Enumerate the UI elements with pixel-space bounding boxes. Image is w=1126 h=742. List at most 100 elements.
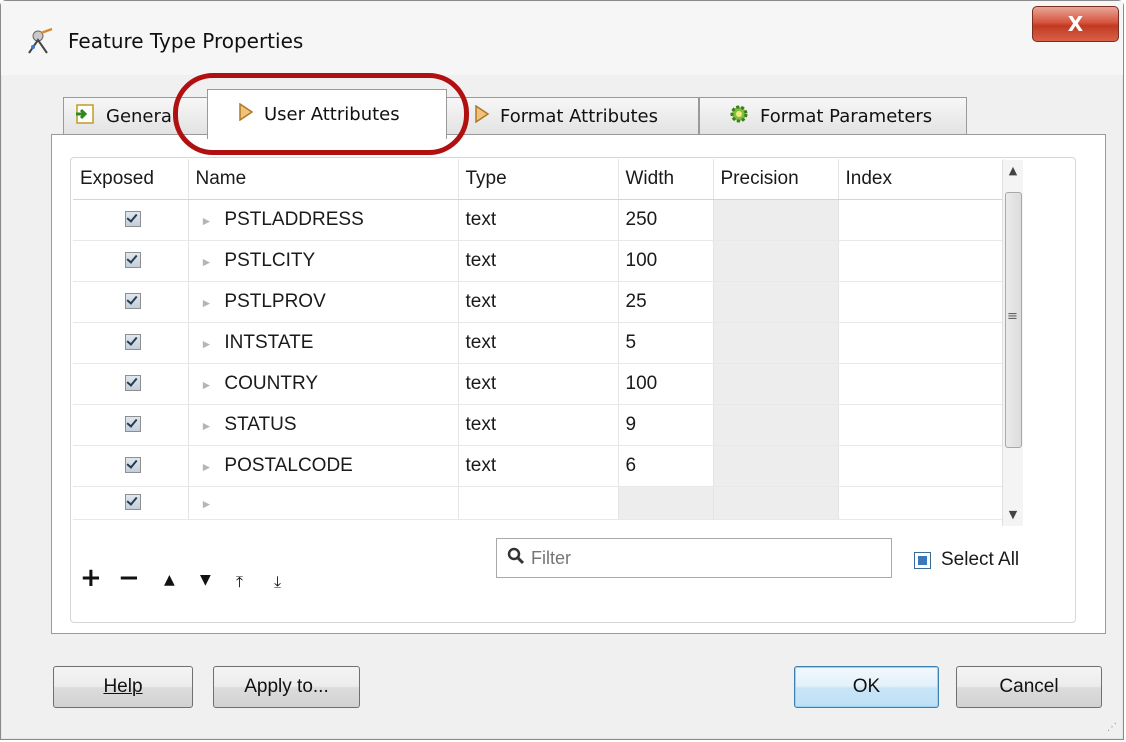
attribute-name[interactable]: INTSTATE [224,332,313,353]
table-row[interactable]: ► INTSTATE text 5 [73,322,1004,364]
exposed-checkbox[interactable] [125,457,142,474]
attribute-type[interactable]: text [458,404,619,446]
feature-type-icon [28,27,53,54]
attribute-index[interactable] [838,240,1004,282]
attribute-width[interactable] [618,486,714,520]
table-row[interactable]: ► COUNTRY text 100 [73,363,1004,405]
attribute-type[interactable]: text [458,281,619,323]
table-row[interactable]: ► PSTLADDRESS text 250 [73,199,1004,241]
filter-input[interactable] [529,546,833,570]
scroll-down-icon[interactable]: ▼ [1003,504,1023,526]
attribute-name[interactable]: STATUS [224,414,296,435]
close-icon: X [1067,12,1084,36]
tab-panel: Exposed Name Type Width Precision Index … [51,134,1106,634]
attribute-width[interactable]: 25 [618,281,714,323]
help-button[interactable]: Help [53,666,193,708]
exposed-checkbox[interactable] [125,416,142,433]
apply-to-button[interactable]: Apply to... [213,666,360,708]
column-header-index[interactable]: Index [838,159,1004,200]
row-expand-icon: ► [200,254,213,269]
attribute-index[interactable] [838,322,1004,364]
remove-row-button[interactable]: − [118,565,140,591]
move-top-button[interactable]: ⤒ [236,572,243,592]
title-bar: Feature Type Properties X [1,1,1123,75]
column-header-name[interactable]: Name [188,159,459,200]
attribute-index[interactable] [838,445,1004,487]
attribute-precision [713,281,839,323]
table-header: Exposed Name Type Width Precision Index [73,159,1004,200]
exposed-checkbox[interactable] [125,375,142,392]
exposed-checkbox[interactable] [125,494,142,511]
row-expand-icon: ► [200,213,213,228]
table-row[interactable]: ► POSTALCODE text 6 [73,445,1004,487]
attribute-width[interactable]: 9 [618,404,714,446]
attribute-name[interactable]: PSTLPROV [224,291,325,312]
general-icon [74,103,96,130]
move-bottom-button[interactable]: ⤓ [274,572,281,592]
select-all-box[interactable] [914,551,931,569]
attribute-index[interactable] [838,281,1004,323]
attribute-index[interactable] [838,199,1004,241]
filter-field[interactable] [496,538,892,578]
table-row[interactable]: ► PSTLPROV text 25 [73,281,1004,323]
tab-user-attributes[interactable]: User Attributes [207,89,447,139]
attribute-name[interactable]: POSTALCODE [224,455,352,476]
row-expand-icon: ► [200,496,213,511]
table-row[interactable]: ► STATUS text 9 [73,404,1004,446]
attribute-precision [713,363,839,405]
row-expand-icon: ► [200,377,213,392]
select-all-checkbox[interactable]: Select All [914,549,1019,571]
add-row-button[interactable]: + [80,565,102,591]
column-header-type[interactable]: Type [458,159,619,200]
attribute-type[interactable] [458,486,619,520]
attribute-width[interactable]: 250 [618,199,714,241]
attribute-index[interactable] [838,363,1004,405]
attribute-type[interactable]: text [458,240,619,282]
attribute-width[interactable]: 5 [618,322,714,364]
move-down-button[interactable]: ▼ [200,572,211,588]
column-header-width[interactable]: Width [618,159,714,200]
dialog-window: Feature Type Properties X General User A… [0,0,1124,740]
attribute-type[interactable]: text [458,322,619,364]
attribute-type[interactable]: text [458,199,619,241]
attribute-index[interactable] [838,486,1004,520]
move-up-button[interactable]: ▲ [164,572,175,588]
attribute-index[interactable] [838,404,1004,446]
window-title: Feature Type Properties [68,29,304,53]
attribute-width[interactable]: 100 [618,363,714,405]
attribute-precision [713,199,839,241]
attribute-type[interactable]: text [458,363,619,405]
tab-label: Format Attributes [500,106,659,127]
search-icon [507,547,525,570]
attribute-name[interactable]: PSTLADDRESS [224,209,363,230]
vertical-scrollbar[interactable]: ▲ ≡ ▼ [1002,160,1023,526]
scroll-up-icon[interactable]: ▲ [1003,160,1023,182]
exposed-checkbox[interactable] [125,211,142,228]
gear-icon [728,103,750,130]
column-header-precision[interactable]: Precision [713,159,839,200]
column-header-exposed[interactable]: Exposed [73,159,189,200]
table-row-new[interactable]: ► [73,486,1004,520]
attribute-width[interactable]: 6 [618,445,714,487]
tab-format-parameters[interactable]: Format Parameters [699,97,967,135]
cancel-button[interactable]: Cancel [956,666,1102,708]
resize-grip-icon[interactable]: ⋰ [1107,722,1117,733]
tab-label: User Attributes [264,104,400,125]
attribute-name[interactable]: COUNTRY [224,373,318,394]
attribute-name[interactable]: PSTLCITY [224,250,315,271]
row-expand-icon: ► [200,459,213,474]
close-button[interactable]: X [1032,6,1119,42]
exposed-checkbox[interactable] [125,334,142,351]
exposed-checkbox[interactable] [125,293,142,310]
ok-button[interactable]: OK [794,666,939,708]
attribute-width[interactable]: 100 [618,240,714,282]
select-all-label: Select All [941,549,1020,570]
attribute-type[interactable]: text [458,445,619,487]
table-row[interactable]: ► PSTLCITY text 100 [73,240,1004,282]
tab-general[interactable]: General [63,97,211,135]
tab-format-attributes[interactable]: Format Attributes [445,97,699,135]
attribute-precision [713,240,839,282]
attribute-diamond-icon [474,104,490,128]
attribute-precision [713,404,839,446]
exposed-checkbox[interactable] [125,252,142,269]
